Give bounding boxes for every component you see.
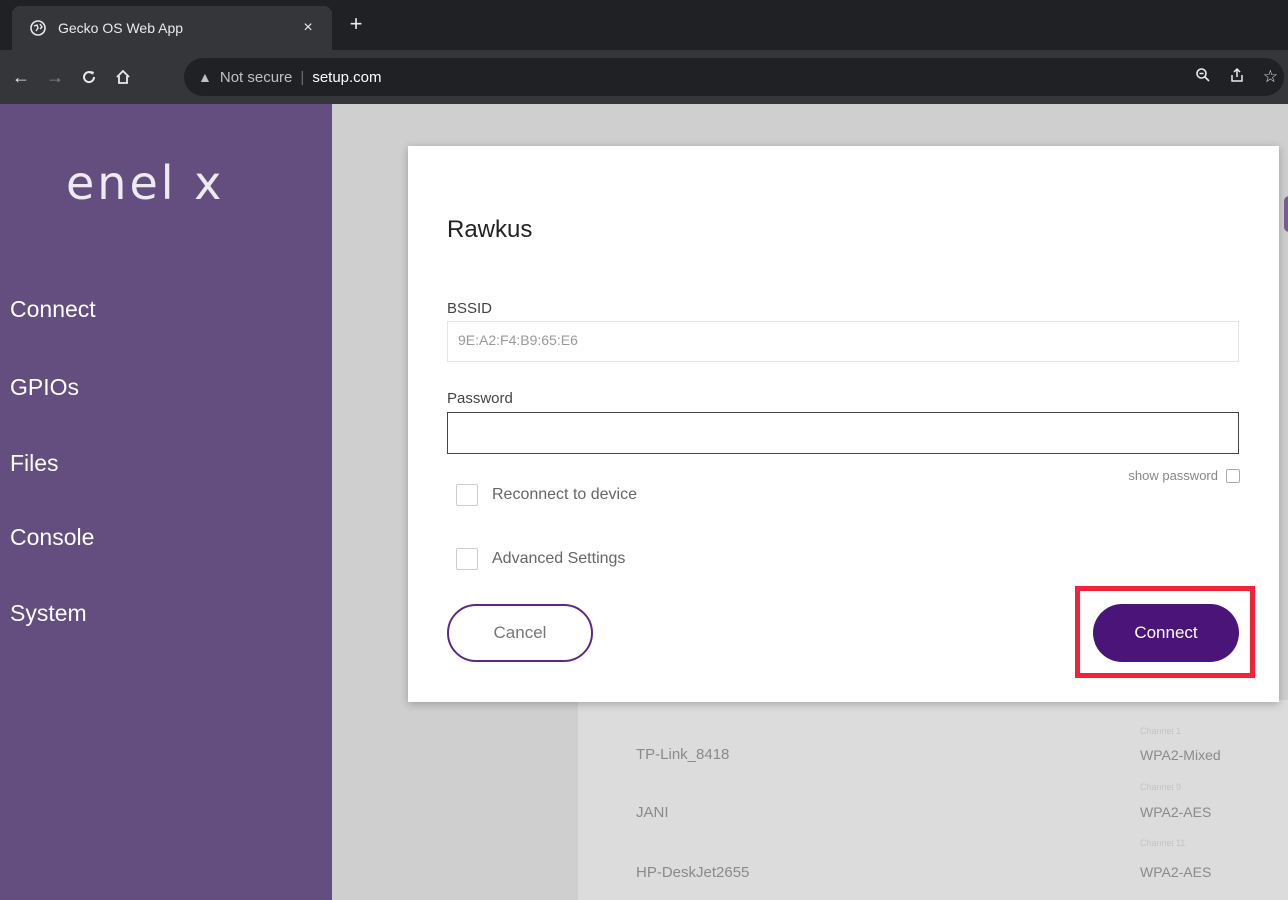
bssid-label: BSSID bbox=[447, 300, 493, 317]
network-name[interactable]: JANI bbox=[636, 804, 669, 821]
back-icon[interactable]: ← bbox=[8, 64, 34, 90]
address-host: setup.com bbox=[312, 68, 382, 86]
reconnect-option[interactable]: Reconnect to device bbox=[456, 484, 637, 506]
password-label: Password bbox=[447, 390, 513, 407]
tab-close-icon[interactable]: × bbox=[298, 19, 318, 37]
warning-icon: ▲ bbox=[198, 69, 212, 85]
sidebar-item-gpios[interactable]: GPIOs bbox=[10, 374, 79, 401]
show-password-checkbox[interactable] bbox=[1226, 468, 1240, 483]
network-security: WPA2-AES bbox=[1140, 804, 1212, 820]
bssid-field: 9E:A2:F4:B9:65:E6 bbox=[447, 321, 1239, 362]
bookmark-star-icon[interactable]: ☆ bbox=[1263, 67, 1278, 87]
security-status: Not secure bbox=[219, 68, 293, 86]
address-separator: | bbox=[300, 68, 305, 86]
cancel-button[interactable]: Cancel bbox=[447, 604, 593, 662]
reload-icon[interactable] bbox=[76, 64, 102, 90]
advanced-settings-label: Advanced Settings bbox=[492, 550, 626, 567]
show-password-label: show password bbox=[1128, 468, 1218, 483]
zoom-icon[interactable] bbox=[1195, 67, 1211, 88]
new-tab-button[interactable]: + bbox=[344, 12, 368, 36]
enel-x-logo: enel x bbox=[66, 156, 225, 210]
network-security: WPA2-AES bbox=[1140, 864, 1212, 880]
sidebar-item-console[interactable]: Console bbox=[10, 524, 94, 551]
password-field[interactable] bbox=[447, 412, 1239, 454]
share-icon[interactable] bbox=[1229, 67, 1245, 88]
sidebar-item-system[interactable]: System bbox=[10, 600, 87, 627]
reconnect-label: Reconnect to device bbox=[492, 486, 637, 503]
dialog-title: Rawkus bbox=[447, 216, 533, 243]
advanced-settings-option[interactable]: Advanced Settings bbox=[456, 548, 625, 570]
sidebar-item-files[interactable]: Files bbox=[10, 450, 59, 477]
browser-tab-bar: Gecko OS Web App × + bbox=[0, 0, 1288, 50]
show-password-toggle[interactable]: show password bbox=[1128, 468, 1240, 483]
scroll-indicator bbox=[1284, 196, 1288, 232]
tab-title: Gecko OS Web App bbox=[58, 20, 184, 36]
network-name[interactable]: HP-DeskJet2655 bbox=[636, 864, 749, 881]
network-channel: Channel 9 bbox=[1140, 782, 1182, 792]
advanced-settings-checkbox[interactable] bbox=[456, 548, 478, 570]
sidebar: enel x Connect GPIOs Files Console Syste… bbox=[0, 104, 332, 900]
network-name[interactable]: TP-Link_8418 bbox=[636, 746, 729, 763]
home-icon[interactable] bbox=[110, 64, 136, 90]
browser-toolbar: ← → ▲ Not secure | setup.com ☆ bbox=[0, 50, 1288, 104]
globe-icon bbox=[30, 20, 46, 36]
forward-icon[interactable]: → bbox=[42, 64, 68, 90]
reconnect-checkbox[interactable] bbox=[456, 484, 478, 506]
network-channel: Channel 11 bbox=[1140, 838, 1186, 848]
highlight-box bbox=[1075, 586, 1255, 678]
sidebar-item-connect[interactable]: Connect bbox=[10, 296, 96, 323]
network-channel: Channel 1 bbox=[1140, 726, 1182, 736]
browser-tab[interactable]: Gecko OS Web App × bbox=[12, 6, 332, 50]
address-bar[interactable]: ▲ Not secure | setup.com ☆ bbox=[184, 58, 1284, 96]
network-security: WPA2-Mixed bbox=[1140, 747, 1221, 763]
